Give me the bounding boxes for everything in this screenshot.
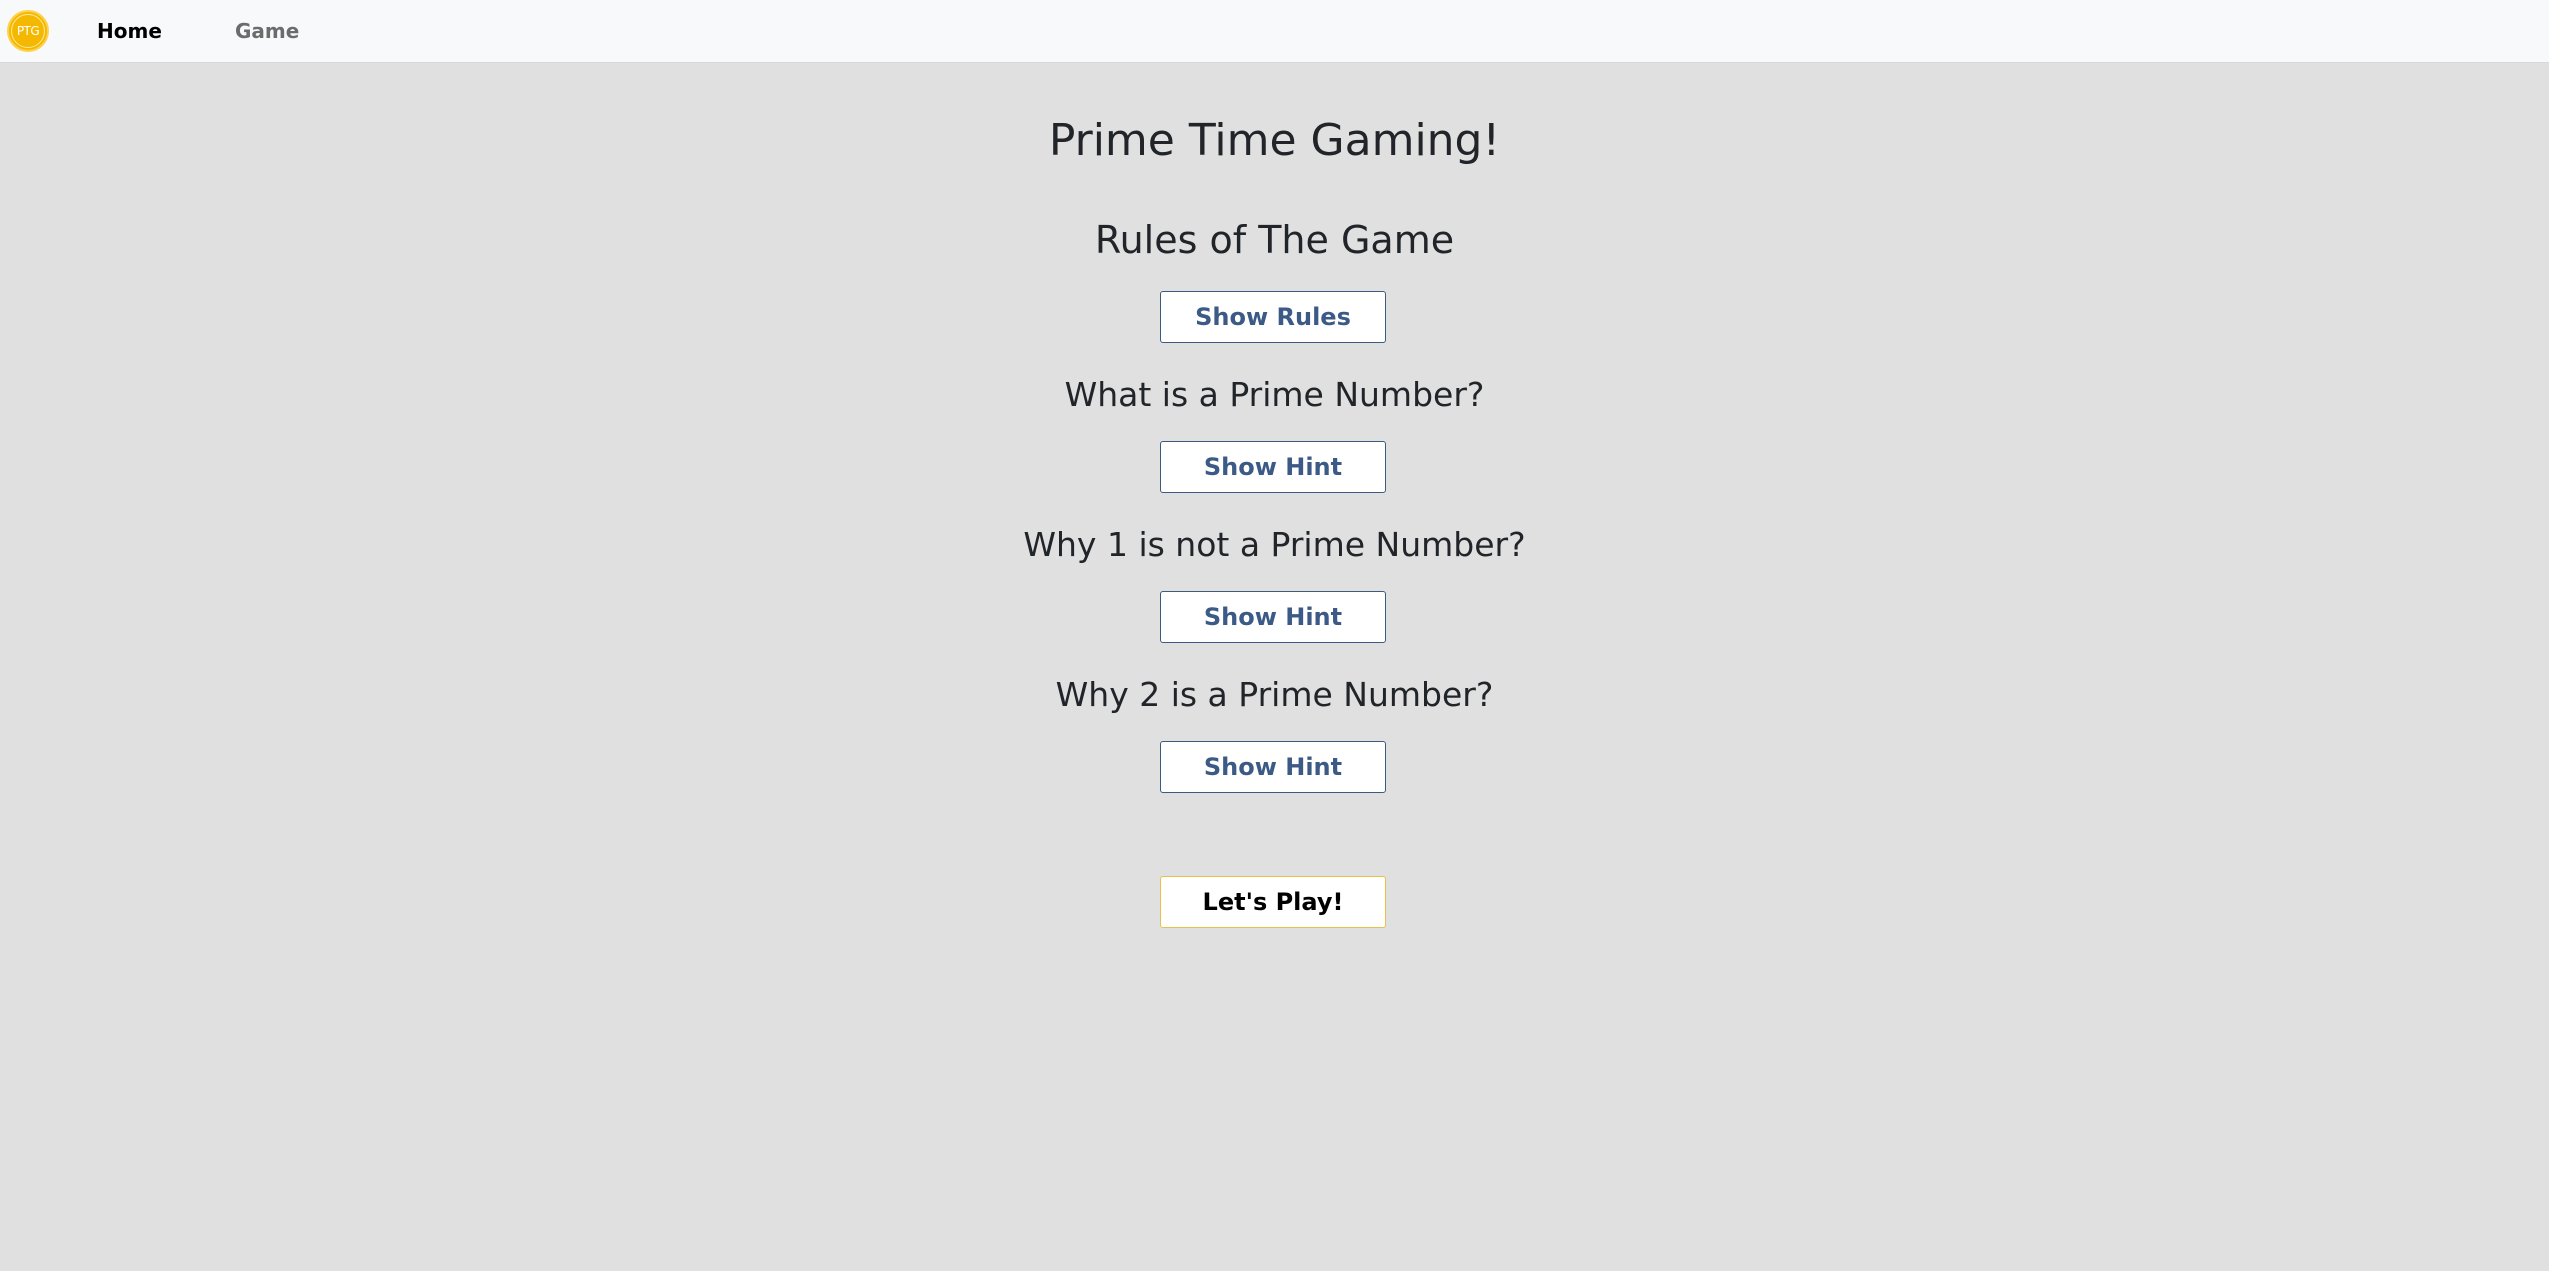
nav-link-home[interactable]: Home [97, 19, 162, 43]
rules-heading: Rules of The Game [1094, 218, 1455, 262]
lets-play-button[interactable]: Let's Play! [1160, 876, 1386, 928]
navbar: PTG Home Game [0, 0, 2549, 63]
show-rules-button[interactable]: Show Rules [1160, 291, 1386, 343]
one-not-prime-question: Why 1 is not a Prime Number? [1023, 525, 1526, 564]
show-hint-button-two[interactable]: Show Hint [1160, 741, 1386, 793]
main-content: Prime Time Gaming! Rules of The Game Sho… [0, 63, 2549, 1271]
show-hint-button-one[interactable]: Show Hint [1160, 591, 1386, 643]
prime-number-question: What is a Prime Number? [1064, 375, 1485, 414]
two-is-prime-question: Why 2 is a Prime Number? [1055, 675, 1494, 714]
ptg-logo-icon[interactable]: PTG [7, 10, 49, 52]
logo-text: PTG [11, 14, 45, 48]
nav-link-game[interactable]: Game [235, 19, 299, 43]
page-title: Prime Time Gaming! [1048, 115, 1501, 166]
show-hint-button-prime[interactable]: Show Hint [1160, 441, 1386, 493]
